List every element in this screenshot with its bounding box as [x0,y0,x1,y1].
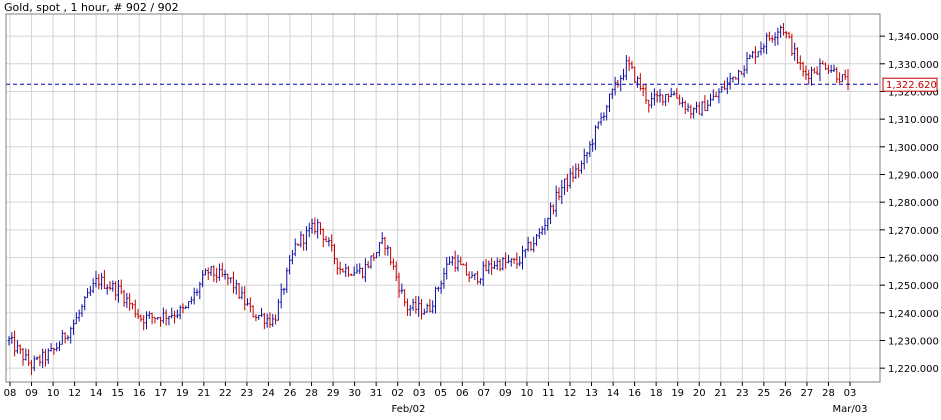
current-price-label: 1,322.620 [886,80,937,91]
y-tick-label: 1,280.000 [888,198,939,209]
x-tick-label: 23 [241,388,254,399]
x-tick-label: 16 [133,388,146,399]
x-tick-label: 10 [521,388,534,399]
y-tick-label: 1,310.000 [888,115,939,126]
x-month-label: Mar/03 [833,404,868,415]
y-tick-label: 1,300.000 [888,143,939,154]
y-tick-label: 1,230.000 [888,336,939,347]
y-tick-label: 1,260.000 [888,253,939,264]
x-tick-label: 26 [779,388,792,399]
x-tick-label: 17 [154,388,167,399]
x-tick-label: 29 [327,388,340,399]
x-tick-label: 09 [25,388,38,399]
chart-frame: 1,220.000 1,230.000 1,240.000 1,250.000 1,26… [0,0,941,420]
y-tick-label: 1,290.000 [888,170,939,181]
x-tick-label: 19 [176,388,189,399]
y-tick-label: 1,250.000 [888,281,939,292]
chart-svg: 1,220.000 1,230.000 1,240.000 1,250.000 1,26… [4,1,939,415]
y-tick-label: 1,340.000 [888,32,939,43]
x-tick-label: 12 [564,388,577,399]
x-axis: 08 09 10 12 14 15 16 17 19 21 22 23 24 26 28 29 30 31 02 03… [4,382,868,415]
x-tick-label: 23 [736,388,749,399]
x-tick-label: 25 [757,388,770,399]
x-tick-label: 03 [413,388,426,399]
x-tick-label: 05 [434,388,447,399]
x-tick-label: 26 [284,388,297,399]
x-tick-label: 11 [542,388,555,399]
x-tick-label: 27 [801,388,814,399]
y-tick-label: 1,240.000 [888,309,939,320]
x-tick-label: 07 [477,388,490,399]
x-tick-label: 20 [693,388,706,399]
plot-background [6,14,880,382]
x-month-label: Feb/02 [392,404,426,415]
x-tick-label: 14 [90,388,103,399]
x-tick-label: 13 [585,388,598,399]
x-tick-label: 10 [47,388,60,399]
y-tick-label: 1,270.000 [888,226,939,237]
y-tick-label: 1,220.000 [888,364,939,375]
x-tick-label: 03 [844,388,857,399]
x-tick-label: 31 [370,388,383,399]
x-tick-label: 08 [4,388,17,399]
x-tick-label: 24 [262,388,275,399]
x-tick-label: 28 [822,388,835,399]
x-tick-label: 16 [628,388,641,399]
current-price-tag: 1,322.620 [882,77,938,92]
x-tick-label: 06 [456,388,469,399]
x-tick-label: 21 [197,388,210,399]
x-tick-label: 15 [111,388,124,399]
x-tick-label: 22 [219,388,232,399]
x-tick-label: 02 [391,388,404,399]
x-tick-label: 14 [607,388,620,399]
x-tick-label: 30 [348,388,361,399]
x-tick-label: 09 [499,388,512,399]
x-tick-label: 19 [671,388,684,399]
x-tick-label: 28 [305,388,318,399]
x-tick-label: 18 [650,388,663,399]
y-tick-label: 1,330.000 [888,60,939,71]
x-tick-label: 21 [714,388,727,399]
chart-title: Gold, spot , 1 hour, # 902 / 902 [4,1,179,14]
x-tick-label: 12 [68,388,81,399]
